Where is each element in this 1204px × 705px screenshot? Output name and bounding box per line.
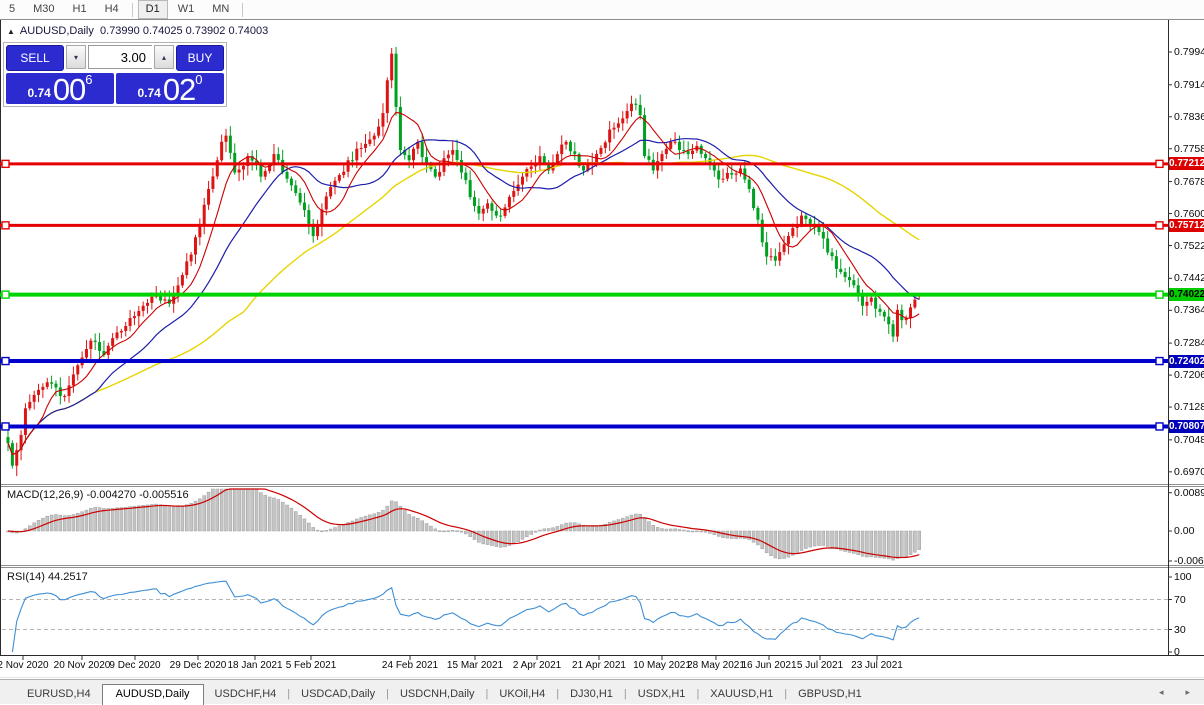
tab-dj30-h1[interactable]: DJ30,H1: [559, 685, 624, 704]
tab-scroll-right-icon[interactable]: ▸: [1185, 687, 1190, 698]
hline-handle[interactable]: [1, 356, 10, 366]
tab-ukoil-h4[interactable]: UKOil,H4: [488, 685, 556, 704]
hline-handle[interactable]: [1, 159, 10, 169]
price-axis-label: 0.76780: [1174, 175, 1204, 188]
sell-button[interactable]: SELL: [6, 45, 64, 71]
date-axis-label: 21 Apr 2021: [572, 660, 626, 671]
date-axis-label: 20 Nov 2020: [53, 660, 111, 671]
hline-handle[interactable]: [1155, 290, 1164, 299]
rsi-axis-label: 70: [1174, 593, 1186, 606]
date-axis-label: 18 Jan 2021: [227, 660, 283, 671]
hline-handle[interactable]: [1, 221, 10, 230]
date-axis-label: 29 Dec 2020: [169, 660, 227, 671]
price-axis-label: 0.79940: [1174, 46, 1204, 58]
date-axis-label: 5 Feb 2021: [285, 660, 337, 671]
spin-down-icon: ▾: [73, 52, 78, 62]
tab-usdcnh-daily[interactable]: USDCNH,Daily: [389, 685, 486, 704]
tab-gbpusd-h1[interactable]: GBPUSD,H1: [787, 685, 873, 704]
price-axis-label: 0.78360: [1174, 110, 1204, 123]
date-axis-label: 28 May 2021: [687, 660, 745, 671]
buy-price-big-digits: 02: [162, 72, 196, 107]
tab-usdchf-h4[interactable]: USDCHF,H4: [204, 685, 288, 704]
spin-up-icon: ▴: [161, 52, 166, 62]
price-axis-label: 0.70480: [1174, 433, 1204, 446]
date-axis-label: 23 Jul 2021: [851, 660, 903, 671]
hline-handle[interactable]: [1, 290, 10, 299]
chart-ohlc-values: 0.73990 0.74025 0.73902 0.74003: [100, 25, 269, 37]
price-line-badge: 0.72402: [1169, 354, 1204, 368]
date-axis-label: 2 Apr 2021: [512, 660, 562, 671]
price-axis-label: 0.77580: [1174, 142, 1204, 155]
tab-audusd-daily[interactable]: AUDUSD,Daily: [101, 684, 204, 705]
price-axis-label: 0.73640: [1174, 304, 1204, 317]
hline-handle[interactable]: [1155, 221, 1164, 230]
date-axis-label: 16 Jun 2021: [741, 660, 797, 671]
price-axis-label: 0.72840: [1174, 337, 1204, 350]
price-axis-label: 0.76000: [1174, 207, 1204, 220]
symbol-tab-bar: EURUSD,H4 AUDUSD,Daily USDCHF,H4 | USDCAD,Da…: [0, 679, 1204, 705]
sell-price-prefix: 0.74: [27, 86, 51, 100]
tab-xauusd-h1[interactable]: XAUUSD,H1: [699, 685, 784, 704]
sell-price-big-digits: 00: [52, 72, 86, 107]
price-axis-label: 0.72060: [1174, 369, 1204, 382]
date-axis-label: 15 Mar 2021: [446, 660, 504, 671]
date-axis-label: 2 Nov 2020: [0, 660, 49, 671]
tab-usdx-h1[interactable]: USDX,H1: [627, 685, 697, 704]
hline-handle[interactable]: [1, 422, 10, 431]
hline-handle[interactable]: [1155, 356, 1164, 366]
chart-symbol: AUDUSD,Daily: [19, 25, 94, 37]
tab-eurusd-h4[interactable]: EURUSD,H4: [16, 685, 102, 704]
price-axis-label: 0.71280: [1174, 401, 1204, 414]
price-axis-label: 0.69700: [1174, 465, 1204, 478]
macd-label: MACD(12,26,9) -0.004270 -0.005516: [7, 489, 189, 501]
one-click-trading-widget: SELL ▾ ▴ BUY 0.74 00 6 0.74 02 0: [3, 42, 227, 107]
date-axis-label: 5 Jul 2021: [796, 660, 844, 671]
rsi-label: RSI(14) 44.2517: [7, 571, 88, 583]
trading-terminal: 5 M30 H1 H4 D1 W1 MN ▲ AUDUSD,Daily 0.73990 0.7…: [0, 0, 1204, 705]
macd-axis-label: 0.008903: [1174, 486, 1204, 499]
tab-scroll-arrows: ◂ ▸: [1159, 687, 1204, 704]
price-axis-label: 0.75220: [1174, 239, 1204, 252]
price-axis-label: 0.79140: [1174, 78, 1204, 91]
chart-title: ▲ AUDUSD,Daily 0.73990 0.74025 0.73902 0.…: [7, 25, 268, 37]
collapse-indicator-icon[interactable]: ▲: [7, 27, 15, 36]
tab-usdcad-daily[interactable]: USDCAD,Daily: [290, 685, 386, 704]
price-line-badge: 0.70807: [1169, 419, 1204, 433]
sell-price-display[interactable]: 0.74 00 6: [6, 72, 114, 107]
volume-increase-button[interactable]: ▴: [154, 45, 174, 69]
price-line-badge: 0.74022: [1169, 288, 1204, 302]
buy-price-prefix: 0.74: [137, 86, 161, 100]
macd-axis-label: 0.00: [1174, 525, 1195, 537]
hline-handle[interactable]: [1155, 422, 1164, 431]
rsi-axis-label: 30: [1174, 623, 1186, 636]
price-line-badge: 0.75712: [1169, 218, 1204, 232]
sell-price-pip-digit: 6: [85, 72, 93, 87]
rsi-axis-label: 100: [1174, 571, 1192, 583]
date-axis-label: 10 May 2021: [633, 660, 691, 671]
buy-button[interactable]: BUY: [176, 45, 224, 71]
hline-handle[interactable]: [1155, 159, 1164, 169]
date-axis-label: 24 Feb 2021: [381, 660, 439, 671]
buy-price-pip-digit: 0: [195, 72, 203, 87]
rsi-axis-label: 0: [1174, 646, 1180, 658]
volume-input[interactable]: [88, 45, 152, 69]
price-axis-label: 0.74420: [1174, 272, 1204, 285]
date-axis-label: 9 Dec 2020: [109, 660, 161, 671]
volume-decrease-button[interactable]: ▾: [66, 45, 86, 69]
price-line-badge: 0.77212: [1169, 157, 1204, 171]
macd-axis-label: -0.00697: [1174, 554, 1204, 567]
tab-scroll-left-icon[interactable]: ◂: [1159, 687, 1164, 698]
buy-price-display[interactable]: 0.74 02 0: [116, 72, 224, 107]
